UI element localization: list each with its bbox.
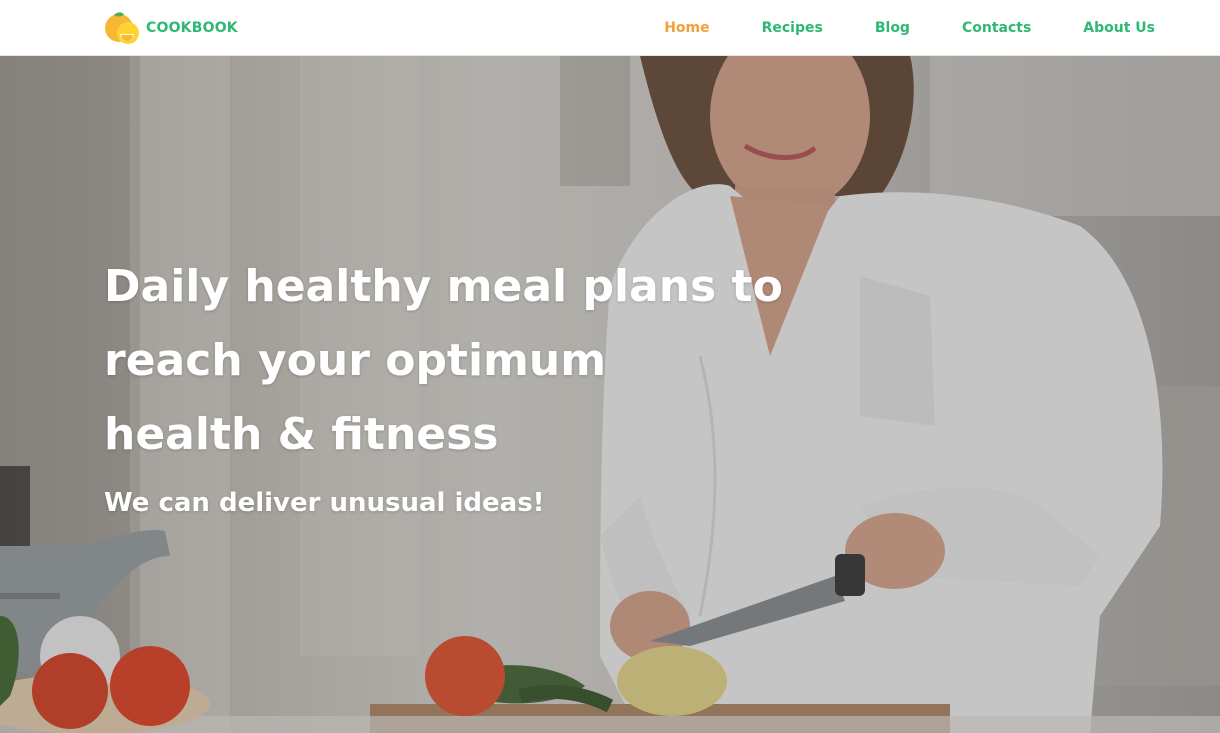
citrus-fruit-logo-icon xyxy=(105,12,139,44)
nav-contacts[interactable]: Contacts xyxy=(962,20,1031,36)
hero-title: Daily healthy meal plans to reach your o… xyxy=(104,250,783,472)
hero-text-block: Daily healthy meal plans to reach your o… xyxy=(104,250,783,518)
nav-about-us[interactable]: About Us xyxy=(1083,20,1155,36)
brand-name: COOKBOOK xyxy=(146,20,238,36)
hero-title-line-3: health & fitness xyxy=(104,409,499,460)
brand-link[interactable]: COOKBOOK xyxy=(104,10,238,46)
top-navbar: COOKBOOK Home Recipes Blog Contacts Abou… xyxy=(0,0,1220,56)
hero-section: Daily healthy meal plans to reach your o… xyxy=(0,56,1220,733)
nav-recipes[interactable]: Recipes xyxy=(762,20,823,36)
nav-home[interactable]: Home xyxy=(664,20,709,36)
hero-subtitle: We can deliver unusual ideas! xyxy=(104,488,545,518)
main-nav: Home Recipes Blog Contacts About Us xyxy=(612,0,1155,55)
hero-title-line-1: Daily healthy meal plans to xyxy=(104,261,783,312)
hero-title-line-2: reach your optimum xyxy=(104,335,607,386)
nav-blog[interactable]: Blog xyxy=(875,20,910,36)
